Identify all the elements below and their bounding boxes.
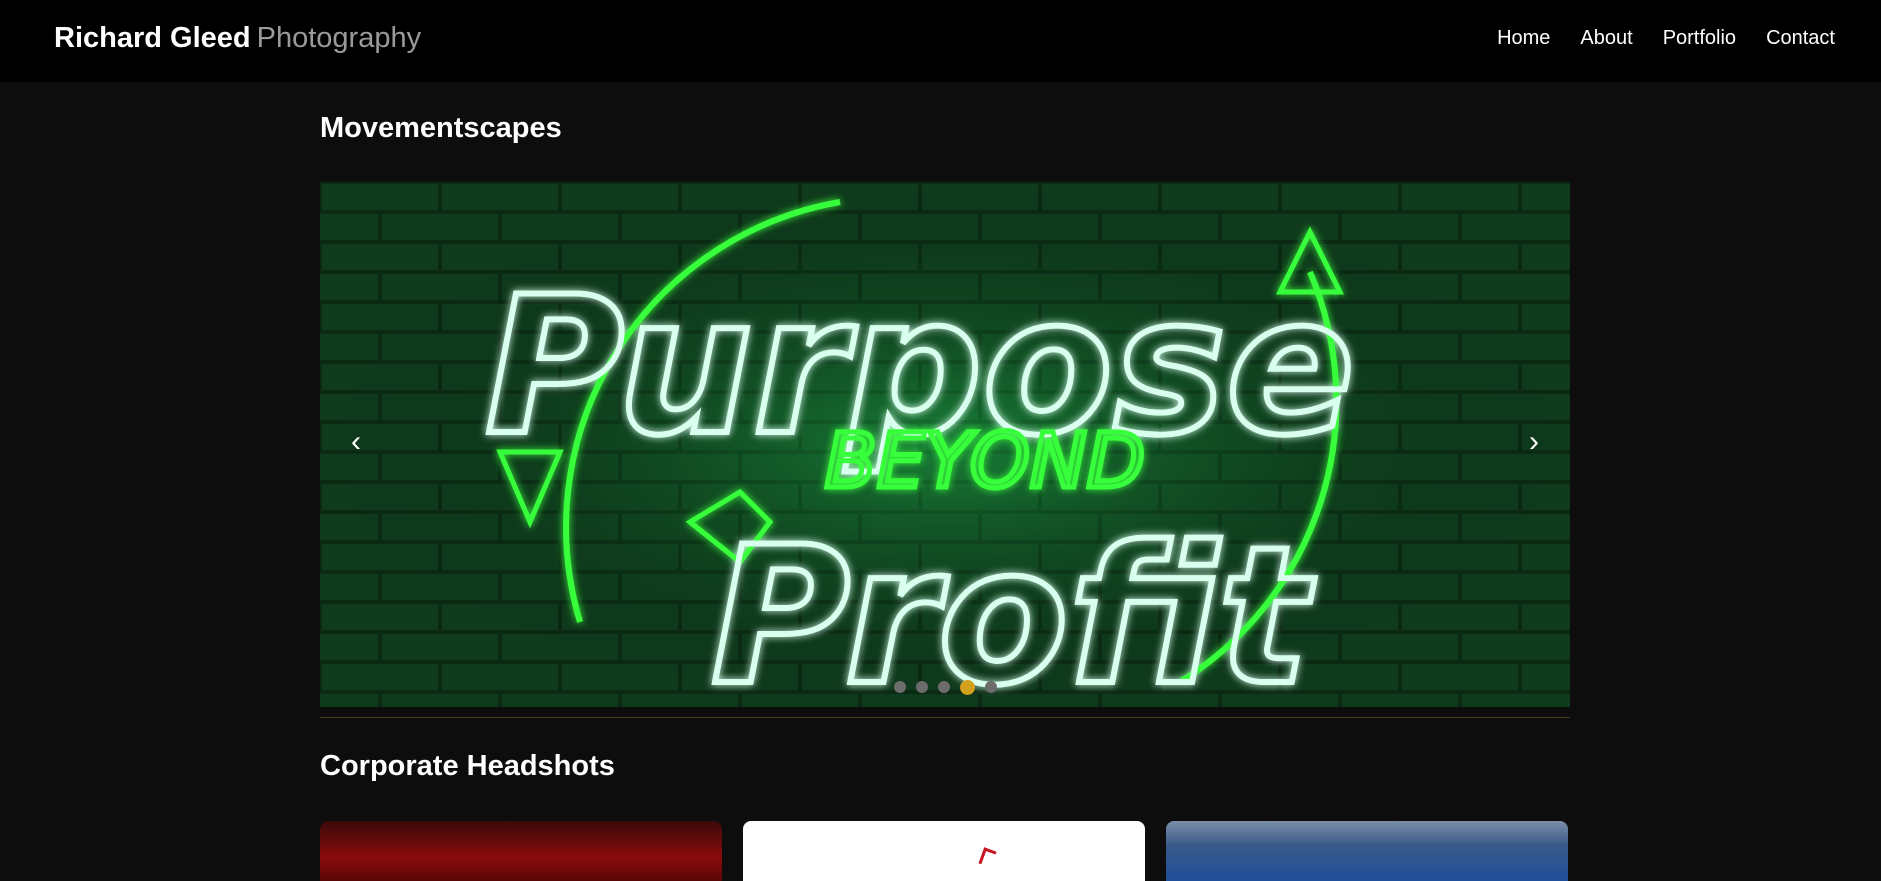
slider-dot-3[interactable] (937, 681, 950, 693)
slider-dots (320, 680, 1570, 695)
brand-subtitle: Photography (256, 22, 422, 54)
slide-image: Purpose BEYOND Profit (320, 182, 1570, 707)
image-slider[interactable]: Purpose BEYOND Profit ‹ › (320, 182, 1570, 707)
gallery-card[interactable] (1166, 821, 1568, 881)
neon-word-bottom: Profit (711, 506, 1315, 707)
site-logo[interactable]: Richard Gleed Photography (54, 20, 421, 56)
section-title-corporate-headshots: Corporate Headshots (320, 750, 615, 782)
headshot-gallery (320, 821, 1570, 881)
nav-contact-link[interactable]: Contact (1766, 26, 1835, 50)
chevron-left-icon[interactable]: ‹ (336, 422, 376, 462)
neon-word-middle: BEYOND (825, 416, 1145, 505)
chevron-right-icon[interactable]: › (1514, 422, 1554, 462)
site-header: Richard Gleed Photography Home About Port… (0, 0, 1881, 82)
nav-home-link[interactable]: Home (1497, 26, 1550, 50)
nav-portfolio-link[interactable]: Portfolio (1663, 26, 1736, 50)
section-title-movementscapes: Movementscapes (320, 112, 562, 144)
slider-dot-5[interactable] (984, 681, 997, 693)
section-divider (320, 717, 1570, 718)
nav-about-link[interactable]: About (1580, 26, 1632, 50)
gallery-card[interactable] (320, 821, 722, 881)
slider-dot-1[interactable] (893, 681, 906, 693)
brand-name: Richard Gleed (54, 22, 251, 54)
slider-dot-2[interactable] (915, 681, 928, 693)
slider-dot-4[interactable] (959, 680, 975, 695)
gallery-card[interactable] (743, 821, 1145, 881)
main-nav: Home About Portfolio Contact (1497, 26, 1835, 50)
